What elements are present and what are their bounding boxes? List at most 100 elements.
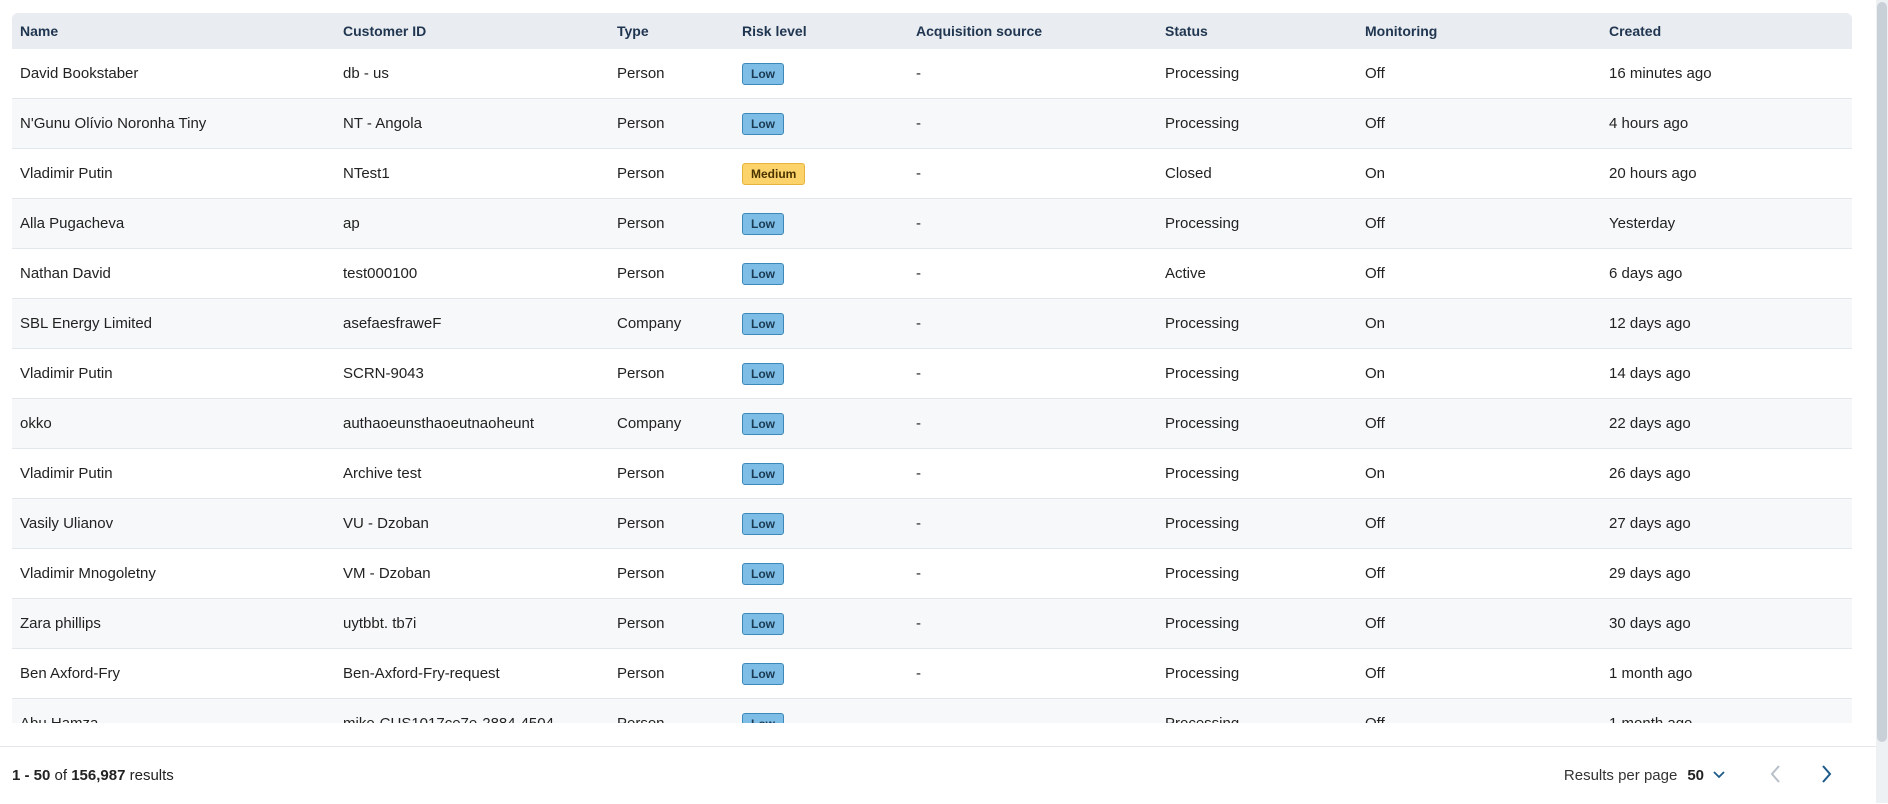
column-header-created[interactable]: Created <box>1601 23 1852 39</box>
cell-status: Processing <box>1165 315 1240 332</box>
risk-badge: Low <box>742 362 784 385</box>
vertical-scrollbar[interactable] <box>1876 0 1888 803</box>
cell-status: Processing <box>1165 65 1240 82</box>
cell-customer-id: test000100 <box>343 265 418 282</box>
cell-created: 1 month ago <box>1609 665 1693 682</box>
cell-name: Zara phillips <box>20 615 101 632</box>
results-per-page-select[interactable]: 50 <box>1687 767 1726 785</box>
chevron-right-icon <box>1818 764 1834 788</box>
cell-customer-id: authaoeunsthaoeutnaoheunt <box>343 415 535 432</box>
cell-status: Processing <box>1165 615 1240 632</box>
cell-name: Nathan David <box>20 265 111 282</box>
cell-type: Person <box>617 565 665 582</box>
cell-created: Yesterday <box>1609 215 1676 232</box>
table-row[interactable]: Zara phillips uytbbt. tb7i Person Low - Proce… <box>12 599 1852 649</box>
cell-risk-level: Low <box>734 62 908 85</box>
risk-badge: Low <box>742 512 784 535</box>
table-row[interactable]: Vladimir Mnogoletny VM - Dzoban Person Low -… <box>12 549 1852 599</box>
table-row[interactable]: Alla Pugacheva ap Person Low - Processing Off Y… <box>12 199 1852 249</box>
risk-badge: Low <box>742 712 784 723</box>
cell-monitoring: Off <box>1365 415 1385 432</box>
customers-table: Name Customer ID Type Risk level Acquisi… <box>12 13 1852 723</box>
cell-customer-id: uytbbt. tb7i <box>343 615 417 632</box>
cell-status: Processing <box>1157 715 1357 723</box>
cell-customer-id: VM - Dzoban <box>343 565 431 582</box>
risk-badge: Low <box>742 612 784 635</box>
cell-name: Vladimir Mnogoletny <box>20 565 156 582</box>
cell-created: 29 days ago <box>1609 565 1691 582</box>
cell-type: Person <box>617 515 665 532</box>
cell-risk-level: Low <box>734 712 908 723</box>
cell-status: Processing <box>1165 415 1240 432</box>
cell-risk-level: Low <box>734 662 908 685</box>
table-row[interactable]: SBL Energy Limited asefaesfraweF Company Lo… <box>12 299 1852 349</box>
cell-customer-id: VU - Dzoban <box>343 515 429 532</box>
chevron-down-icon <box>1712 767 1726 785</box>
table-row[interactable]: Abu Hamzamike-CUS1017ce7e-2884-4504-...P… <box>12 699 1852 723</box>
cell-monitoring: Off <box>1365 515 1385 532</box>
column-header-name[interactable]: Name <box>12 23 335 39</box>
column-header-customer-id[interactable]: Customer ID <box>335 23 609 39</box>
cell-created: 22 days ago <box>1609 415 1691 432</box>
cell-acquisition-source: - <box>916 565 921 582</box>
cell-risk-level: Low <box>734 462 908 485</box>
table-row[interactable]: Nathan David test000100 Person Low - Active Of… <box>12 249 1852 299</box>
cell-risk-level: Low <box>734 262 908 285</box>
cell-status: Processing <box>1165 565 1240 582</box>
column-header-risk-level[interactable]: Risk level <box>734 23 908 39</box>
table-row[interactable]: Vladimir Putin NTest1 Person Medium - Closed O… <box>12 149 1852 199</box>
table-body: David Bookstaber db - us Person Low - Process… <box>12 49 1852 723</box>
cell-name: Alla Pugacheva <box>20 215 125 232</box>
table-row[interactable]: David Bookstaber db - us Person Low - Process… <box>12 49 1852 99</box>
cell-type: Person <box>617 265 665 282</box>
cell-acquisition-source: - <box>916 65 921 82</box>
cell-created: 16 minutes ago <box>1609 65 1712 82</box>
cell-name: Ben Axford-Fry <box>20 665 121 682</box>
table-row[interactable]: Vladimir Putin SCRN-9043 Person Low - Process… <box>12 349 1852 399</box>
cell-acquisition-source: - <box>916 215 921 232</box>
cell-type: Company <box>617 315 682 332</box>
next-page-button[interactable] <box>1816 764 1836 788</box>
cell-type: Person <box>617 215 665 232</box>
cell-type: Person <box>617 365 665 382</box>
column-header-monitoring[interactable]: Monitoring <box>1357 23 1601 39</box>
column-header-type[interactable]: Type <box>609 23 734 39</box>
cell-created: 30 days ago <box>1609 615 1691 632</box>
table-row[interactable]: Vasily Ulianov VU - Dzoban Person Low - Proce… <box>12 499 1852 549</box>
column-header-status[interactable]: Status <box>1157 23 1357 39</box>
cell-monitoring: Off <box>1365 115 1385 132</box>
results-summary: 1 - 50 of 156,987 results <box>12 767 174 784</box>
cell-name: Vladimir Putin <box>20 365 113 382</box>
table-row[interactable]: okko authaoeunsthaoeutnaoheunt Company Low -… <box>12 399 1852 449</box>
cell-monitoring: Off <box>1365 665 1385 682</box>
column-header-acquisition-source[interactable]: Acquisition source <box>908 23 1157 39</box>
table-row[interactable]: N'Gunu Olívio Noronha Tiny NT - Angola Per… <box>12 99 1852 149</box>
cell-name: Vladimir Putin <box>20 465 113 482</box>
risk-badge: Low <box>742 62 784 85</box>
cell-name: David Bookstaber <box>20 65 139 82</box>
cell-acquisition-source: - <box>916 465 921 482</box>
cell-customer-id: SCRN-9043 <box>343 365 424 382</box>
cell-customer-id: mike-CUS1017ce7e-2884-4504-... <box>335 715 609 723</box>
table-row[interactable]: Vladimir Putin Archive test Person Low - Proc… <box>12 449 1852 499</box>
cell-status: Processing <box>1165 365 1240 382</box>
cell-customer-id: Ben-Axford-Fry-request <box>343 665 500 682</box>
cell-type: Person <box>617 665 665 682</box>
risk-badge: Low <box>742 462 784 485</box>
cell-customer-id: NTest1 <box>343 165 390 182</box>
results-word: results <box>129 767 174 784</box>
risk-badge: Low <box>742 112 784 135</box>
cell-created: 6 days ago <box>1609 265 1683 282</box>
results-per-page-value: 50 <box>1687 767 1704 784</box>
table-footer: 1 - 50 of 156,987 results Results per pa… <box>0 746 1876 804</box>
cell-type: Person <box>617 65 665 82</box>
cell-status: Processing <box>1165 665 1240 682</box>
scrollbar-thumb[interactable] <box>1877 2 1887 742</box>
cell-created: 27 days ago <box>1609 515 1691 532</box>
pagination <box>1766 764 1836 788</box>
table-row[interactable]: Ben Axford-Fry Ben-Axford-Fry-request Pers… <box>12 649 1852 699</box>
cell-acquisition-source: - <box>916 365 921 382</box>
risk-badge: Low <box>742 212 784 235</box>
cell-created: 20 hours ago <box>1609 165 1697 182</box>
previous-page-button[interactable] <box>1766 764 1786 786</box>
